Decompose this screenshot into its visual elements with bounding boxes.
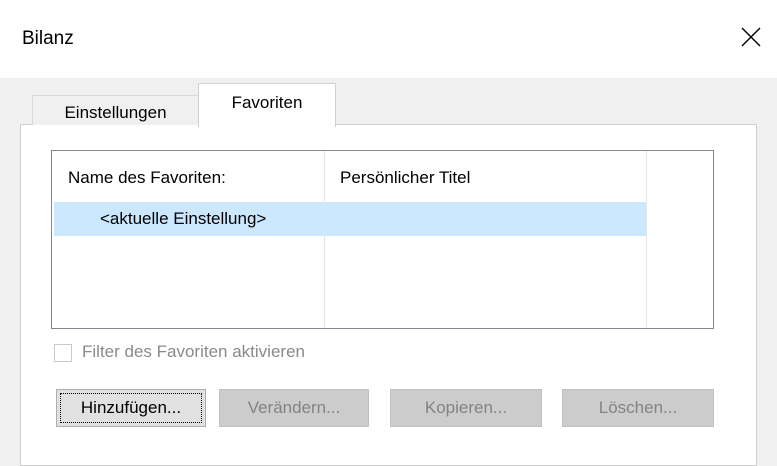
window-title: Bilanz	[22, 28, 74, 49]
copy-button[interactable]: Kopieren...	[390, 389, 542, 427]
column-header-title[interactable]: Persönlicher Titel	[340, 168, 470, 188]
column-header-name[interactable]: Name des Favoriten:	[68, 168, 226, 188]
copy-button-label: Kopieren...	[424, 398, 508, 417]
edit-button-label: Verändern...	[247, 398, 341, 417]
filter-checkbox-label: Filter des Favoriten aktivieren	[82, 342, 305, 361]
favorites-list[interactable]: Name des Favoriten: Persönlicher Titel <…	[51, 150, 714, 329]
favorite-name: <aktuelle Einstellung>	[100, 209, 267, 228]
delete-button-label: Löschen...	[598, 398, 678, 417]
focus-rectangle	[60, 393, 202, 423]
list-item[interactable]: <aktuelle Einstellung>	[54, 202, 646, 236]
delete-button[interactable]: Löschen...	[562, 389, 714, 427]
edit-button[interactable]: Verändern...	[219, 389, 369, 427]
add-button[interactable]: Hinzufügen...	[56, 389, 206, 427]
tab-favoriten-label: Favoriten	[231, 93, 303, 112]
close-icon[interactable]	[732, 18, 770, 56]
column-separator[interactable]	[646, 151, 647, 328]
tab-einstellungen-label: Einstellungen	[64, 103, 167, 122]
title-bar: Bilanz	[0, 0, 777, 78]
column-separator[interactable]	[324, 151, 325, 328]
filter-checkbox[interactable]	[54, 344, 72, 362]
tab-einstellungen[interactable]: Einstellungen	[32, 95, 199, 125]
tab-favoriten[interactable]: Favoriten	[198, 83, 336, 127]
